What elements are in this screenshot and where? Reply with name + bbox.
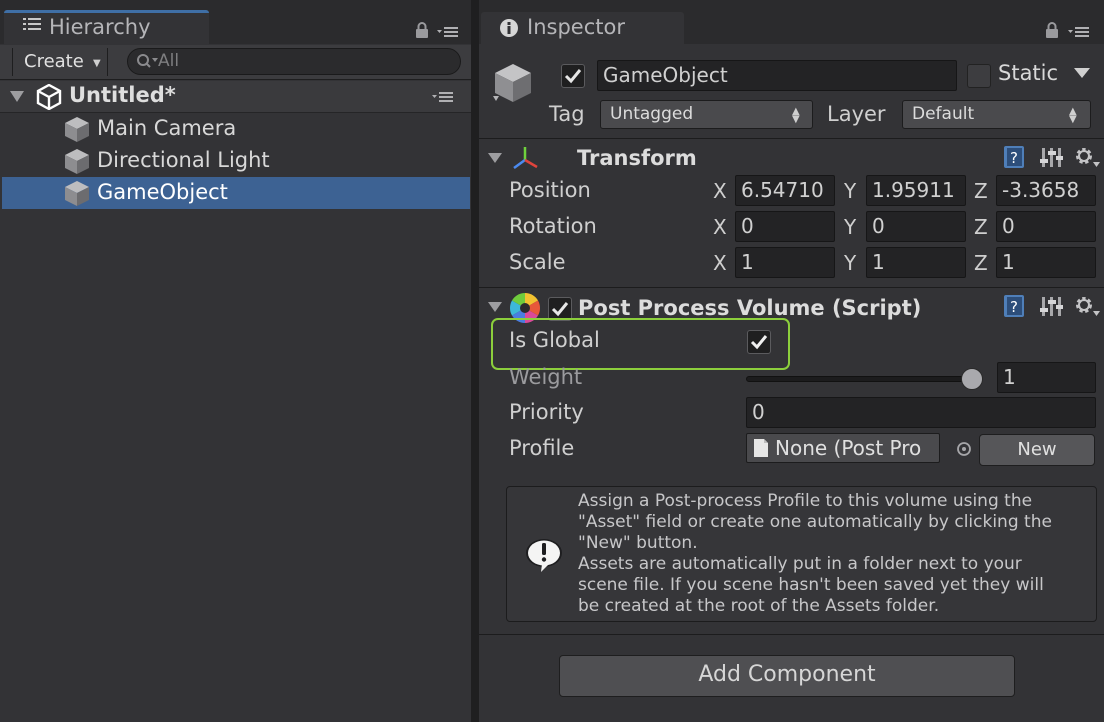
updown-arrow-icon: ▲ ▼ xyxy=(1069,106,1077,125)
scale-z-field[interactable]: 1 xyxy=(996,247,1096,278)
object-name-field[interactable]: GameObject xyxy=(597,60,957,91)
info-speech-icon xyxy=(526,539,562,572)
position-label: Position xyxy=(509,178,591,202)
axis-x-label: X xyxy=(713,251,727,275)
rotation-label: Rotation xyxy=(509,214,597,238)
post-process-title: Post Process Volume (Script) xyxy=(578,296,922,320)
tag-label: Tag xyxy=(549,102,585,126)
scene-menu-icon[interactable] xyxy=(432,90,454,104)
rotation-z-field[interactable]: 0 xyxy=(996,211,1096,242)
cube-icon xyxy=(65,149,89,174)
is-global-highlight xyxy=(491,318,790,370)
chevron-down-icon: ▼ xyxy=(93,58,101,69)
priority-field[interactable]: 0 xyxy=(746,397,1096,428)
cube-icon xyxy=(65,117,89,142)
rotation-y-field[interactable]: 0 xyxy=(866,211,966,242)
gear-icon[interactable] xyxy=(1073,145,1101,169)
priority-label: Priority xyxy=(509,400,584,424)
hierarchy-search-input[interactable] xyxy=(158,49,448,73)
scene-name: Untitled* xyxy=(69,83,176,107)
scale-y-field[interactable]: 1 xyxy=(866,247,966,278)
divider xyxy=(479,138,1104,139)
static-label: Static xyxy=(998,61,1059,85)
profile-object-field[interactable]: None (Post Pro xyxy=(746,433,940,463)
axis-z-label: Z xyxy=(974,251,988,275)
weight-slider-thumb[interactable] xyxy=(961,368,983,390)
active-checkbox[interactable] xyxy=(561,64,585,88)
updown-arrow-icon: ▲ ▼ xyxy=(792,106,800,125)
scale-label: Scale xyxy=(509,250,566,274)
presets-sliders-icon[interactable] xyxy=(1039,145,1063,169)
panel-menu-icon[interactable] xyxy=(1068,25,1090,39)
cube-icon xyxy=(65,181,89,206)
checkmark-icon xyxy=(551,302,569,317)
help-text: Assign a Post-process Profile to this vo… xyxy=(578,491,1052,616)
panel-divider[interactable] xyxy=(471,0,479,722)
svg-text:?: ? xyxy=(1010,298,1018,316)
document-icon xyxy=(754,439,768,457)
weight-label: Weight xyxy=(509,365,583,389)
layer-value: Default xyxy=(912,104,975,124)
new-profile-button[interactable]: New xyxy=(979,434,1095,466)
add-component-button[interactable]: Add Component xyxy=(559,655,1015,697)
hierarchy-item-label: Directional Light xyxy=(97,148,270,172)
gear-icon[interactable] xyxy=(1073,294,1101,318)
axis-z-label: Z xyxy=(974,179,988,203)
help-book-icon[interactable]: ? xyxy=(1002,294,1026,318)
hierarchy-item-label: Main Camera xyxy=(97,116,237,140)
fold-down-icon[interactable] xyxy=(488,152,502,164)
lock-icon[interactable] xyxy=(1044,22,1060,38)
tag-dropdown[interactable]: Untagged xyxy=(600,100,813,129)
axis-y-label: Y xyxy=(844,251,857,275)
axis-z-label: Z xyxy=(974,215,988,239)
layer-dropdown[interactable]: Default xyxy=(902,100,1091,129)
hierarchy-item-label: GameObject xyxy=(97,180,228,204)
rotation-x-field[interactable]: 0 xyxy=(735,211,835,242)
search-icon[interactable] xyxy=(135,52,159,70)
create-button-label: Create xyxy=(24,51,84,72)
object-picker-icon[interactable] xyxy=(956,441,972,457)
help-book-icon[interactable]: ? xyxy=(1002,145,1026,169)
info-icon xyxy=(500,19,518,37)
fold-down-icon[interactable] xyxy=(10,89,24,103)
fold-down-icon[interactable] xyxy=(488,301,502,313)
position-y-field[interactable]: 1.95911 xyxy=(866,175,966,206)
list-icon xyxy=(23,18,41,30)
hierarchy-tab-label: Hierarchy xyxy=(49,15,151,39)
axis-x-label: X xyxy=(713,215,727,239)
panel-menu-icon[interactable] xyxy=(437,25,459,39)
transform-title: Transform xyxy=(577,146,697,170)
layer-label: Layer xyxy=(827,102,886,126)
axis-x-label: X xyxy=(713,179,727,203)
axis-y-label: Y xyxy=(844,215,857,239)
weight-slider-track[interactable] xyxy=(746,376,983,382)
profile-label: Profile xyxy=(509,436,575,460)
weight-field[interactable]: 1 xyxy=(997,362,1096,393)
position-x-field[interactable]: 6.54710 xyxy=(735,175,835,206)
divider xyxy=(479,634,1104,635)
axis-y-label: Y xyxy=(844,179,857,203)
presets-sliders-icon[interactable] xyxy=(1039,294,1063,318)
scale-x-field[interactable]: 1 xyxy=(735,247,835,278)
static-dropdown-icon[interactable] xyxy=(1073,66,1091,80)
tag-value: Untagged xyxy=(610,104,694,124)
transform-axes-icon xyxy=(513,147,538,170)
position-z-field[interactable]: -3.3658 xyxy=(996,175,1096,206)
inspector-tab-label: Inspector xyxy=(527,15,625,39)
static-checkbox[interactable] xyxy=(967,64,991,88)
unity-logo-icon xyxy=(36,84,62,110)
gameobject-cube-icon[interactable] xyxy=(490,60,536,106)
svg-text:?: ? xyxy=(1010,149,1018,167)
lock-icon[interactable] xyxy=(414,22,430,38)
checkmark-icon xyxy=(564,69,582,84)
divider xyxy=(479,287,1104,288)
